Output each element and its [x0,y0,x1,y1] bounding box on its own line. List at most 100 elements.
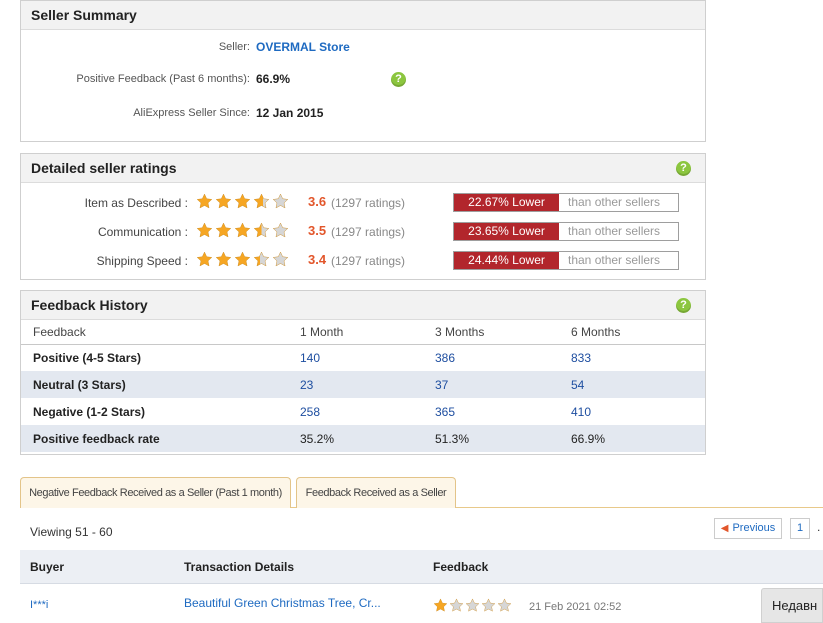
star-icon [465,598,480,612]
feedback-history-row: Positive feedback rate 35.2% 51.3% 66.9% [21,425,705,452]
star-icon [196,222,213,238]
feedback-stars [433,598,513,613]
seller-label: Seller: [218,41,250,53]
comparison-badge: 24.44% Lower than other sellers [453,251,679,270]
comparison-lower: 23.65% Lower [454,223,559,240]
star-icon [481,598,496,612]
rating-count: (1297 ratings) [331,196,406,210]
feedback-history-cell[interactable]: 386 [423,344,559,371]
rating-row: Shipping Speed : 3.4 (1297 ratings) 24.44% … [21,250,705,270]
seller-since-value: 12 Jan 2015 [256,106,324,120]
feedback-history-row: Positive (4-5 Stars) 140 386 833 [21,344,705,371]
star-icon [215,251,232,267]
star-icon [215,193,232,209]
feedback-history-cell[interactable]: 410 [559,398,705,425]
rating-score: 3.6 [308,194,327,209]
star-icon [253,251,270,267]
tab-negative-feedback[interactable]: Negative Feedback Received as a Seller (… [20,477,291,508]
comparison-badge: 22.67% Lower than other sellers [453,193,679,212]
feedback-history-cell[interactable]: 23 [288,371,423,398]
positive-feedback-row: Positive Feedback (Past 6 months): 66.9%… [21,70,705,90]
rating-score: 3.5 [308,223,327,238]
star-icon [272,251,289,267]
seller-row: Seller: OVERMAL Store [21,38,705,58]
star-icon [234,251,251,267]
help-icon[interactable]: ? [676,161,691,176]
seller-name-link[interactable]: OVERMAL Store [256,40,350,54]
feedback-history-table: Feedback 1 Month 3 Months 6 Months Positive … [21,321,705,452]
transaction-column-header: Transaction Details [184,560,295,574]
feedback-history-row: Neutral (3 Stars) 23 37 54 [21,371,705,398]
comparison-suffix: than other sellers [568,253,661,267]
feedback-list-row: I***i Beautiful Green Christmas Tree, Cr… [20,585,823,623]
feedback-history-panel: Feedback History ? Feedback 1 Month 3 Mont… [20,290,706,455]
feedback-history-column-header: 6 Months [559,321,705,345]
tab-feedback-received[interactable]: Feedback Received as a Seller [296,477,456,508]
star-icon [234,193,251,209]
feedback-history-cell[interactable]: 140 [288,344,423,371]
detailed-ratings-title: Detailed seller ratings [31,160,177,176]
feedback-history-column-header: Feedback [21,321,288,345]
feedback-date: 21 Feb 2021 02:52 [529,601,622,613]
feedback-history-column-header: 3 Months [423,321,559,345]
previous-page-button[interactable]: ◀ Previous [714,518,782,539]
comparison-lower: 24.44% Lower [454,252,559,269]
rating-stars [196,193,291,210]
feedback-history-row-label: Neutral (3 Stars) [21,371,288,398]
viewing-range: Viewing 51 - 60 [30,525,113,539]
transaction-link[interactable]: Beautiful Green Christmas Tree, Cr... [184,596,381,610]
star-icon [234,222,251,238]
feedback-history-row-label: Negative (1-2 Stars) [33,404,146,419]
feedback-list-header: Buyer Transaction Details Feedback [20,550,823,584]
star-icon [196,193,213,209]
positive-feedback-label: Positive Feedback (Past 6 months): [76,73,250,85]
star-icon [196,251,213,267]
detailed-ratings-header: Detailed seller ratings ? [21,154,705,183]
rating-count: (1297 ratings) [331,225,406,239]
rating-label: Item as Described : [84,196,188,210]
rating-count: (1297 ratings) [331,254,406,268]
recent-button[interactable]: Недавн [761,588,823,623]
feedback-history-cell[interactable]: 37 [423,371,559,398]
seller-summary-panel: Seller Summary Seller: OVERMAL Store Pos… [20,0,706,142]
star-icon [272,222,289,238]
star-icon [253,222,270,238]
star-icon [433,598,448,612]
previous-label: Previous [732,522,776,534]
seller-summary-header: Seller Summary [21,1,705,30]
seller-since-row: AliExpress Seller Since: 12 Jan 2015 [21,104,705,124]
star-icon [497,598,512,612]
rating-score: 3.4 [308,252,327,267]
feedback-history-row-label: Positive (4-5 Stars) [33,350,142,365]
pagination-more: . [817,520,821,534]
help-icon[interactable]: ? [391,72,406,87]
feedback-tabs: Negative Feedback Received as a Seller (… [20,477,823,508]
comparison-lower: 22.67% Lower [454,194,559,211]
star-icon [253,193,270,209]
rating-stars [196,251,291,268]
feedback-history-cell[interactable]: 833 [559,344,705,371]
page-1-button[interactable]: 1 [790,518,810,539]
comparison-suffix: than other sellers [568,224,661,238]
feedback-history-cell: 51.3% [423,425,559,452]
detailed-ratings-panel: Detailed seller ratings ? Item as Descri… [20,153,706,280]
feedback-column-header: Feedback [433,560,489,574]
help-icon[interactable]: ? [676,298,691,313]
feedback-history-row: Negative (1-2 Stars) 258 365 410 [21,398,705,425]
rating-row: Item as Described : 3.6 (1297 ratings) 22.6… [21,192,705,212]
buyer-column-header: Buyer [30,560,65,574]
comparison-badge: 23.65% Lower than other sellers [453,222,679,241]
seller-since-label: AliExpress Seller Since: [133,107,250,119]
seller-summary-title: Seller Summary [31,7,137,23]
feedback-history-header-row: Feedback 1 Month 3 Months 6 Months [21,321,705,345]
feedback-history-cell[interactable]: 258 [288,398,423,425]
feedback-history-cell[interactable]: 54 [559,371,705,398]
feedback-history-cell[interactable]: 365 [423,398,559,425]
rating-label: Shipping Speed : [96,254,188,268]
rating-stars [196,222,291,239]
rating-label: Communication : [97,225,188,239]
buyer-name: I***i [30,599,49,611]
feedback-history-cell: 66.9% [559,425,705,452]
feedback-history-header: Feedback History ? [21,291,705,320]
star-icon [215,222,232,238]
